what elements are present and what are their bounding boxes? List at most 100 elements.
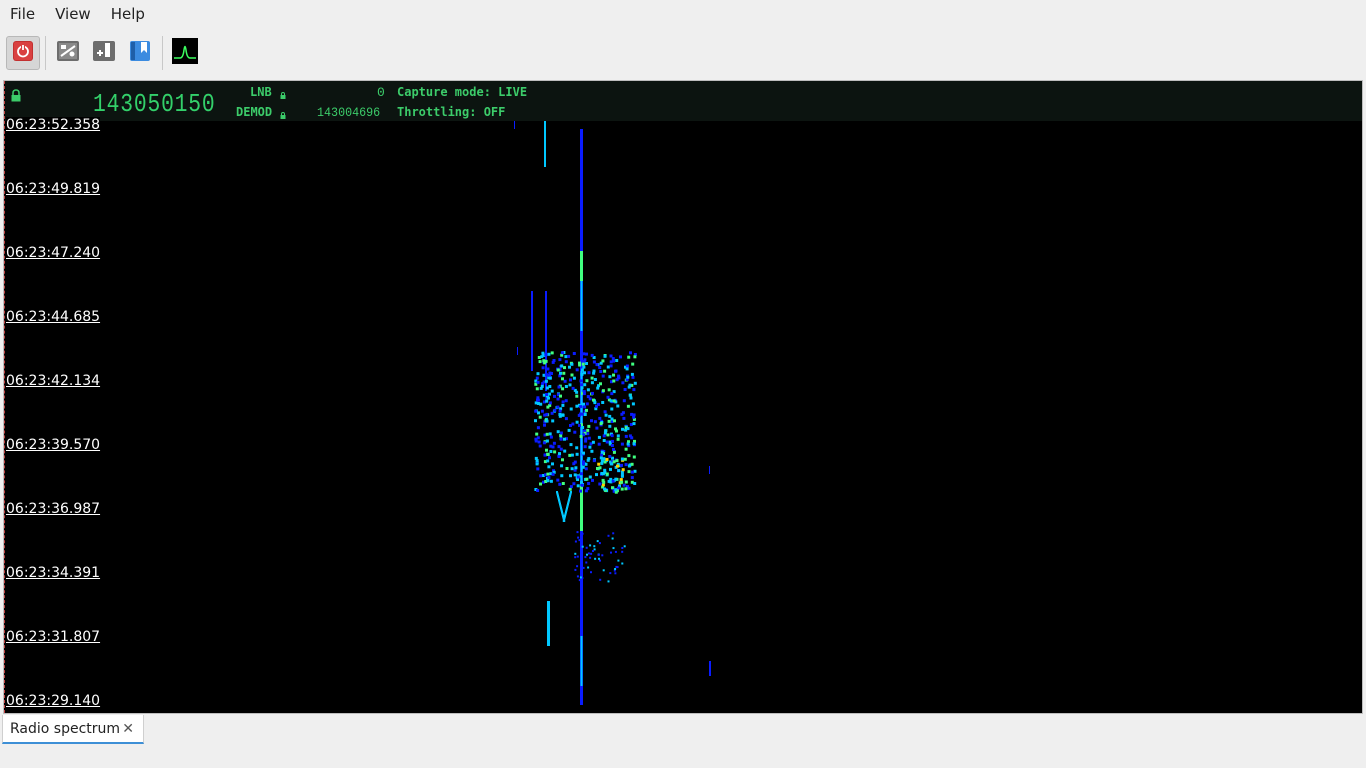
burst-pixel xyxy=(576,575,579,578)
burst-pixel xyxy=(621,427,624,431)
burst-pixel xyxy=(622,399,626,403)
panel-edge xyxy=(4,81,5,713)
timestamp-label: 06:23:29.140 xyxy=(6,693,101,709)
burst-pixel xyxy=(550,389,554,393)
burst-pixel xyxy=(552,359,556,362)
burst-pixel xyxy=(564,355,568,359)
signal-trace xyxy=(547,601,550,646)
burst-pixel xyxy=(596,540,599,543)
close-icon[interactable]: ✕ xyxy=(122,721,134,737)
burst-pixel xyxy=(540,409,544,413)
burst-pixel xyxy=(605,458,609,461)
burst-pixel xyxy=(558,482,562,486)
burst-pixel xyxy=(590,376,594,380)
menu-file[interactable]: File xyxy=(0,0,45,29)
burst-pixel xyxy=(607,419,611,423)
burst-pixel xyxy=(599,578,602,581)
burst-pixel xyxy=(556,368,560,372)
burst-pixel xyxy=(603,410,607,414)
burst-pixel xyxy=(541,366,545,370)
burst-pixel xyxy=(612,399,616,403)
burst-pixel xyxy=(622,416,626,420)
burst-pixel xyxy=(561,458,564,462)
burst-pixel xyxy=(593,420,597,424)
burst-pixel xyxy=(560,364,564,368)
bookmarks-button[interactable] xyxy=(123,36,157,70)
burst-pixel xyxy=(583,445,587,449)
burst-pixel xyxy=(547,465,551,469)
burst-pixel xyxy=(620,442,624,446)
burst-pixel xyxy=(550,351,554,355)
demod-label: DEMOD xyxy=(236,105,273,119)
burst-pixel xyxy=(620,474,624,478)
burst-pixel xyxy=(592,550,594,552)
burst-pixel xyxy=(535,387,539,391)
burst-pixel xyxy=(583,371,586,375)
burst-pixel xyxy=(591,478,594,482)
burst-pixel xyxy=(546,459,550,463)
burst-pixel xyxy=(617,559,620,562)
burst-pixel xyxy=(631,375,635,379)
burst-pixel xyxy=(543,361,547,365)
burst-pixel xyxy=(545,419,549,423)
burst-pixel xyxy=(593,545,596,548)
burst-pixel xyxy=(614,572,617,575)
tab-radio-spectrum[interactable]: Radio spectrum ✕ xyxy=(2,715,144,744)
settings-button[interactable] xyxy=(51,36,85,70)
demod-value[interactable]: 143004696 xyxy=(317,105,380,120)
burst-pixel xyxy=(553,450,557,454)
burst-pixel xyxy=(549,444,553,448)
burst-pixel xyxy=(537,411,540,415)
burst-pixel xyxy=(590,552,593,555)
spectrum-button[interactable] xyxy=(168,36,202,70)
burst-pixel xyxy=(597,402,600,406)
burst-pixel xyxy=(582,365,586,369)
burst-pixel xyxy=(588,475,592,479)
menu-view[interactable]: View xyxy=(45,0,101,29)
burst-pixel xyxy=(599,422,603,426)
spectrum-panel[interactable]: 143050150 LNB 0 DEMOD 143004696 Capture … xyxy=(3,80,1363,714)
burst-pixel xyxy=(599,382,602,386)
burst-pixel xyxy=(557,445,561,449)
burst-pixel xyxy=(579,489,582,493)
burst-pixel xyxy=(626,427,630,431)
burst-pixel xyxy=(570,467,574,471)
burst-pixel xyxy=(556,478,560,482)
burst-pixel xyxy=(544,379,548,383)
menu-help[interactable]: Help xyxy=(101,0,155,29)
burst-pixel xyxy=(573,460,577,464)
burst-pixel xyxy=(559,371,562,375)
burst-pixel xyxy=(570,362,574,366)
burst-pixel xyxy=(561,413,565,417)
burst-pixel xyxy=(560,464,564,468)
burst-pixel xyxy=(609,572,612,575)
burst-pixel xyxy=(627,470,631,474)
waterfall-display[interactable] xyxy=(4,121,1362,713)
burst-pixel xyxy=(534,409,538,413)
timestamp-label: 06:23:36.987 xyxy=(6,501,101,517)
add-bookmark-button[interactable] xyxy=(87,36,121,70)
burst-pixel xyxy=(582,451,585,455)
main-frequency[interactable]: 143050150 xyxy=(93,89,216,119)
demod-lock-icon[interactable] xyxy=(280,104,286,119)
burst-pixel xyxy=(602,569,605,572)
burst-pixel xyxy=(626,375,630,379)
burst-pixel xyxy=(587,436,591,440)
burst-pixel xyxy=(620,480,624,484)
burst-pixel xyxy=(598,482,602,486)
burst-pixel xyxy=(546,367,550,371)
burst-pixel xyxy=(631,362,635,366)
burst-pixel xyxy=(585,561,588,564)
burst-pixel xyxy=(630,476,634,480)
burst-pixel xyxy=(574,540,577,543)
lock-icon[interactable] xyxy=(10,87,22,102)
lnb-lock-icon[interactable] xyxy=(280,84,286,99)
settings-panel-icon xyxy=(56,39,80,67)
burst-pixel xyxy=(610,551,612,554)
burst-pixel xyxy=(556,397,560,401)
lnb-value[interactable]: 0 xyxy=(377,85,385,100)
burst-pixel xyxy=(580,483,584,487)
burst-pixel xyxy=(611,479,615,483)
power-button[interactable] xyxy=(6,36,40,70)
burst-pixel xyxy=(584,467,588,471)
